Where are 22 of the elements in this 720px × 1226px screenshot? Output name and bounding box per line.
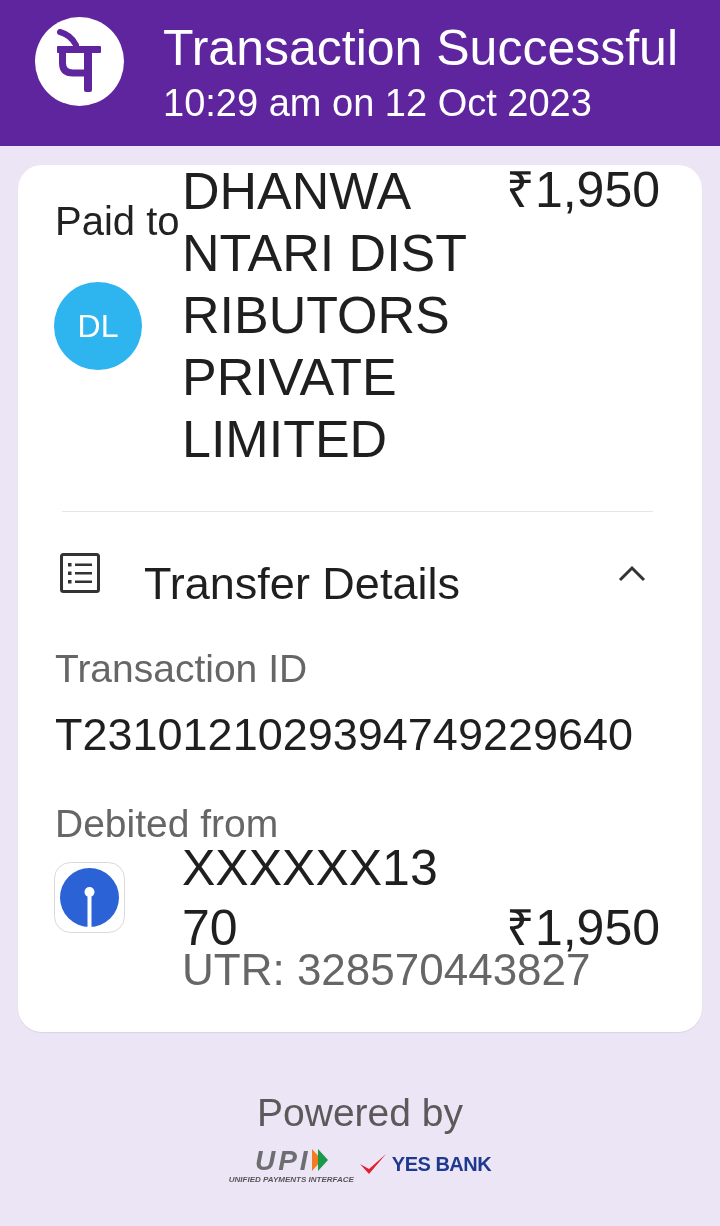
account-number: XXXXXX13 70 bbox=[182, 846, 438, 950]
initials-avatar: DL bbox=[54, 282, 142, 370]
powered-by-label: Powered by bbox=[257, 1091, 463, 1135]
keyhole-logo-icon bbox=[54, 862, 125, 933]
paid-to-label: Paid to bbox=[55, 198, 181, 244]
check-mark-icon bbox=[358, 1153, 387, 1175]
debited-from-label: Debited from bbox=[55, 802, 280, 846]
debited-amount: ₹1,950 bbox=[505, 906, 660, 950]
list-icon bbox=[60, 553, 100, 593]
chevron-up-icon[interactable] bbox=[618, 565, 646, 582]
section-title: Transfer Details bbox=[144, 561, 460, 606]
upi-logo-text: UPI bbox=[254, 1149, 311, 1173]
transaction-id-label: Transaction ID bbox=[55, 647, 309, 691]
bank-name-logo-text: YES BANK bbox=[391, 1154, 492, 1174]
double-arrow-icon bbox=[311, 1149, 328, 1171]
upi-tagline: UNIFIED PAYMENTS INTERFACE bbox=[228, 1175, 354, 1184]
logo-icon bbox=[35, 17, 124, 106]
transaction-id: T2310121029394749229640 bbox=[55, 712, 635, 757]
paid-amount: ₹1,950 bbox=[505, 165, 660, 215]
status-title: Transaction Successful bbox=[163, 23, 679, 73]
payee-name: DHANWA NTARI DIST RIBUTORS PRIVATE LIMITED bbox=[182, 165, 468, 465]
transaction-timestamp: 10:29 am on 12 Oct 2023 bbox=[163, 84, 593, 122]
